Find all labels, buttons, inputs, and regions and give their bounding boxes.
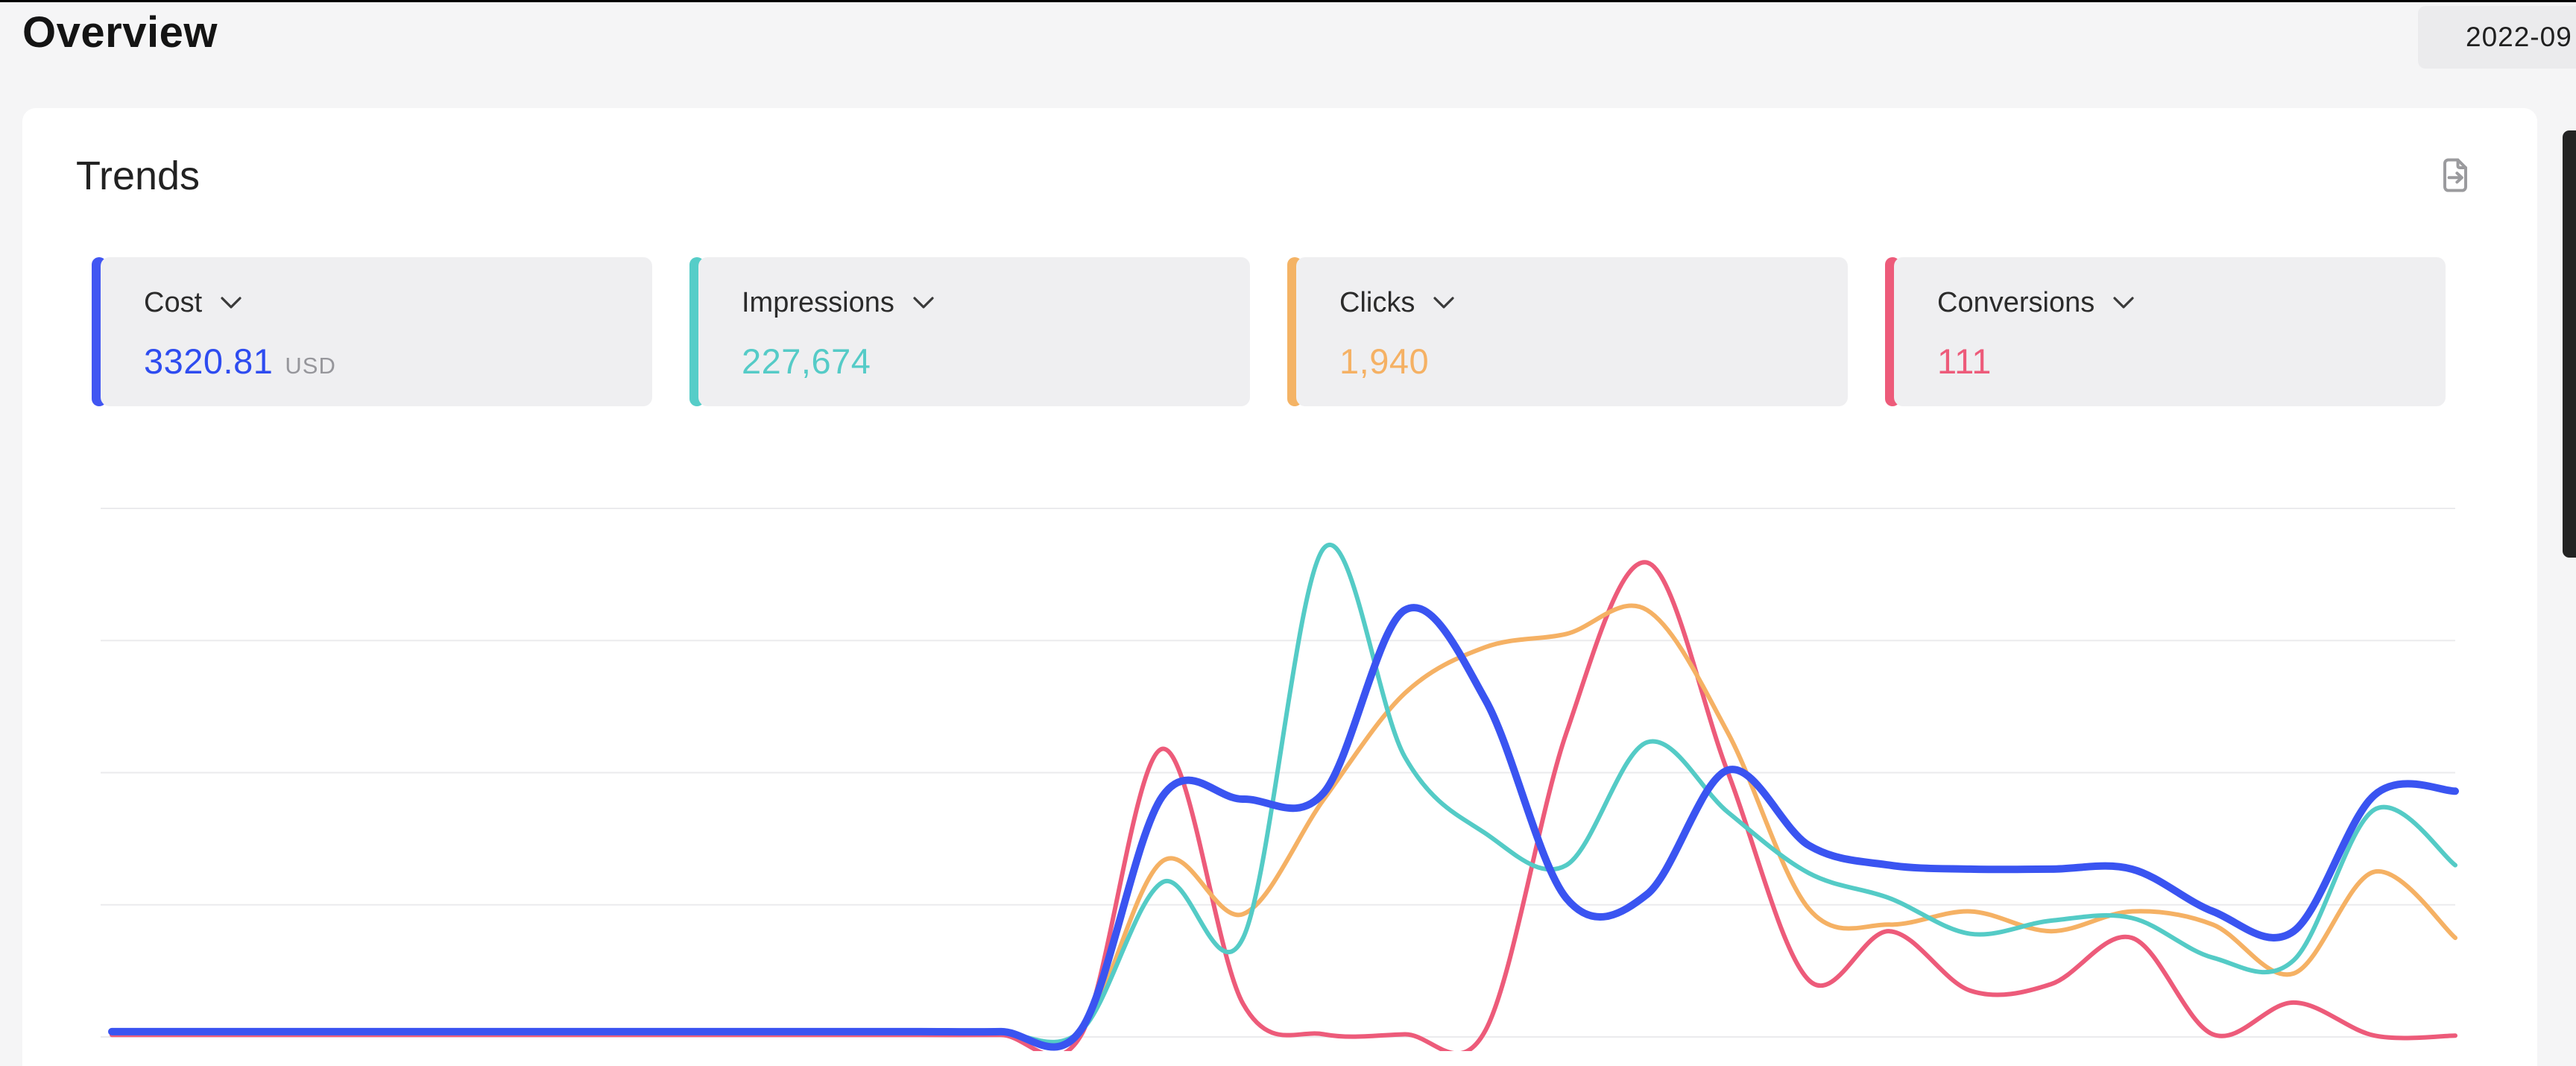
trends-line-chart (0, 0, 2576, 1051)
series-line-impressions (112, 545, 2455, 1042)
window-top-edge (0, 0, 2576, 2)
series-line-clicks (112, 605, 2455, 1044)
vertical-scrollbar-thumb[interactable] (2563, 130, 2576, 558)
series-line-cost (112, 608, 2455, 1047)
